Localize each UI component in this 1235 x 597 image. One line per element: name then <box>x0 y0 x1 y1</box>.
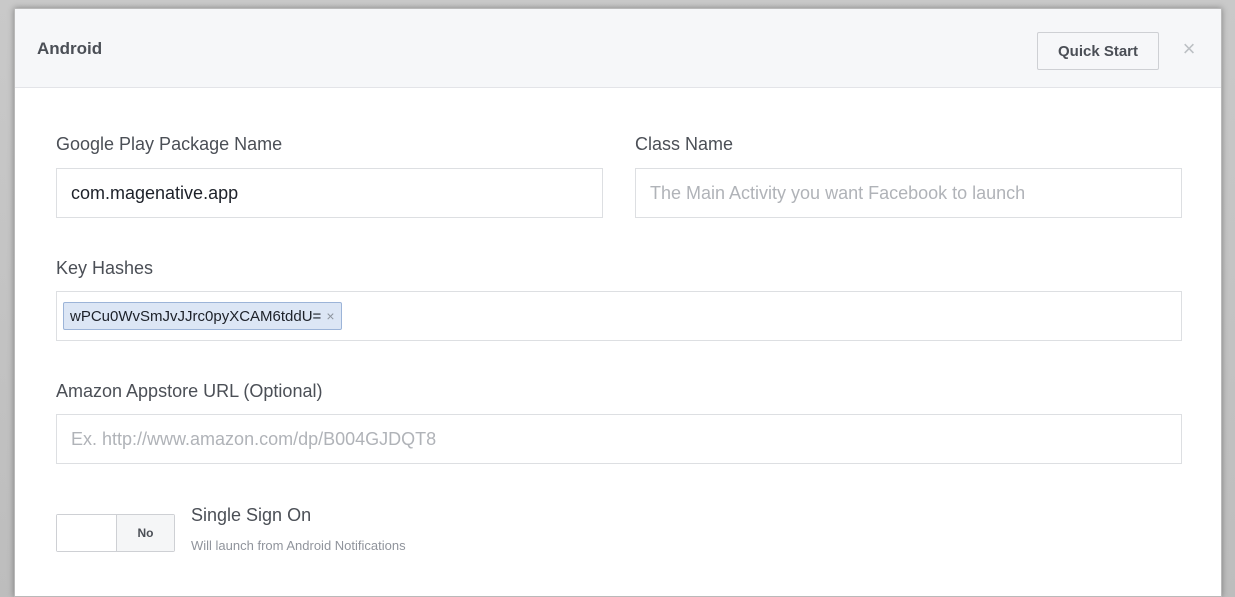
class-name-label: Class Name <box>635 134 734 154</box>
single-sign-on-title: Single Sign On <box>191 505 312 525</box>
class-name-input[interactable]: The Main Activity you want Facebook to l… <box>635 168 1182 218</box>
key-hashes-label: Key Hashes <box>56 258 154 278</box>
package-name-label: Google Play Package Name <box>56 134 283 154</box>
single-sign-on-toggle[interactable]: No <box>56 514 175 552</box>
toggle-state: No <box>117 515 174 551</box>
panel-header: Android Quick Start × <box>15 9 1221 88</box>
android-settings-panel: Android Quick Start × Google Play Packag… <box>14 8 1222 597</box>
single-sign-on-description: Will launch from Android Notifications <box>191 538 406 553</box>
quick-start-button[interactable]: Quick Start <box>1037 32 1159 70</box>
amazon-url-input[interactable]: Ex. http://www.amazon.com/dp/B004GJDQT8 <box>56 414 1182 464</box>
panel-title: Android <box>37 39 103 58</box>
key-hash-token-label: wPCu0WvSmJvJJrc0pyXCAM6tddU= <box>70 307 322 325</box>
remove-token-icon[interactable]: × <box>326 308 334 324</box>
package-name-input[interactable]: com.magenative.app <box>56 168 603 218</box>
close-icon[interactable]: × <box>1178 36 1200 62</box>
toggle-knob <box>57 515 117 551</box>
amazon-url-label: Amazon Appstore URL (Optional) <box>56 381 323 401</box>
key-hash-token: wPCu0WvSmJvJJrc0pyXCAM6tddU= × <box>63 302 342 330</box>
